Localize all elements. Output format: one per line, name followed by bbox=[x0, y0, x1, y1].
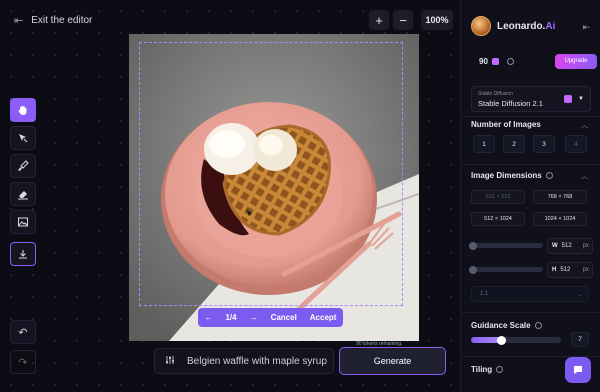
brand: Leonardo.Ai bbox=[471, 16, 555, 36]
cancel-button[interactable]: Cancel bbox=[271, 313, 297, 322]
prev-arrow-icon[interactable]: ← bbox=[204, 313, 212, 322]
model-select[interactable]: Stable Diffusion Stable Diffusion 2.1 ▼ bbox=[471, 86, 591, 112]
brush-tool-button[interactable] bbox=[10, 154, 36, 178]
settings-panel: Leonardo.Ai ⇤ 90 Upgrade Stable Diffusio… bbox=[460, 0, 600, 392]
generate-button[interactable]: Generate bbox=[339, 347, 446, 375]
avatar[interactable] bbox=[471, 16, 491, 36]
info-icon[interactable] bbox=[506, 57, 514, 65]
width-slider[interactable] bbox=[469, 241, 543, 250]
select-tool-button[interactable] bbox=[10, 126, 36, 150]
dim-option-512x512[interactable]: 512 × 512 bbox=[471, 190, 525, 204]
zoom-out-button[interactable]: − bbox=[393, 10, 413, 30]
upgrade-button[interactable]: Upgrade bbox=[555, 53, 597, 69]
image-icon bbox=[18, 217, 28, 227]
accept-button[interactable]: Accept bbox=[310, 313, 337, 322]
guidance-slider[interactable] bbox=[471, 335, 561, 345]
chevron-up-icon[interactable]: ︿ bbox=[581, 171, 588, 181]
info-icon[interactable] bbox=[534, 322, 542, 330]
undo-button[interactable]: ↶ bbox=[10, 320, 36, 344]
chevron-up-icon[interactable]: ︿ bbox=[581, 120, 588, 130]
selection-frame[interactable] bbox=[139, 42, 403, 306]
download-icon bbox=[19, 250, 27, 259]
eraser-tool-button[interactable] bbox=[10, 182, 36, 206]
guidance-title: Guidance Scale bbox=[471, 321, 542, 330]
next-arrow-icon[interactable]: → bbox=[250, 313, 258, 322]
prompt-input[interactable]: Belgien waffle with maple syrup bbox=[154, 348, 334, 374]
width-field[interactable]: W 512 px bbox=[547, 238, 593, 254]
aspect-ratio-select[interactable]: 1:1 ⌄ bbox=[471, 286, 589, 302]
num-option-4[interactable]: 4 bbox=[565, 135, 587, 153]
tool-palette bbox=[10, 98, 36, 266]
token-icon bbox=[491, 57, 499, 65]
dim-option-1024x1024[interactable]: 1024 × 1024 bbox=[533, 212, 587, 226]
redo-button[interactable]: ↷ bbox=[10, 350, 36, 374]
guidance-value[interactable]: 7 bbox=[571, 332, 589, 347]
canvas-image[interactable] bbox=[129, 34, 419, 341]
image-tool-button[interactable] bbox=[10, 210, 36, 234]
sliders-icon[interactable] bbox=[165, 355, 175, 368]
exit-label: Exit the editor bbox=[31, 15, 93, 26]
model-badge-icon bbox=[564, 95, 572, 103]
image-pager: ← 1/4 → Cancel Accept bbox=[198, 308, 343, 327]
collapse-panel-icon[interactable]: ⇤ bbox=[582, 22, 590, 33]
history-controls: ↶ ↷ bbox=[10, 320, 36, 374]
num-images-title: Number of Images bbox=[471, 120, 541, 129]
chat-icon bbox=[574, 366, 582, 374]
eraser-icon bbox=[18, 191, 28, 200]
chevron-down-icon: ▼ bbox=[578, 96, 584, 102]
tiling-title: Tiling bbox=[471, 365, 504, 374]
zoom-level[interactable]: 100% bbox=[421, 10, 453, 30]
download-tool-button[interactable] bbox=[10, 242, 36, 266]
credits-bar: 90 Upgrade bbox=[479, 51, 597, 71]
num-option-1[interactable]: 1 bbox=[473, 135, 495, 153]
brand-ai: Ai bbox=[545, 20, 556, 32]
undo-icon: ↶ bbox=[18, 326, 28, 339]
height-slider[interactable] bbox=[469, 265, 543, 274]
chat-support-button[interactable] bbox=[565, 357, 591, 383]
info-icon[interactable] bbox=[496, 366, 504, 374]
zoom-in-button[interactable]: + bbox=[369, 10, 389, 30]
dims-title: Image Dimensions bbox=[471, 171, 553, 180]
pan-tool-button[interactable] bbox=[10, 98, 36, 122]
info-icon[interactable] bbox=[545, 172, 553, 180]
height-field[interactable]: H 512 px bbox=[547, 262, 593, 278]
hand-icon bbox=[18, 105, 27, 115]
brush-icon bbox=[18, 160, 29, 171]
redo-icon: ↷ bbox=[18, 356, 28, 369]
select-icon bbox=[19, 134, 28, 143]
credits-count: 90 bbox=[479, 56, 488, 66]
dim-option-512x1024[interactable]: 512 × 1024 bbox=[471, 212, 525, 226]
num-option-2[interactable]: 2 bbox=[503, 135, 525, 153]
exit-editor-link[interactable]: ⇤ Exit the editor bbox=[14, 14, 92, 27]
exit-arrow-icon: ⇤ bbox=[14, 15, 24, 27]
prompt-text: Belgien waffle with maple syrup bbox=[187, 355, 327, 367]
page-indicator: 1/4 bbox=[225, 313, 237, 322]
dim-option-768x768[interactable]: 768 × 768 bbox=[533, 190, 587, 204]
brand-name: Leonardo. bbox=[497, 20, 546, 32]
num-option-3[interactable]: 3 bbox=[533, 135, 555, 153]
